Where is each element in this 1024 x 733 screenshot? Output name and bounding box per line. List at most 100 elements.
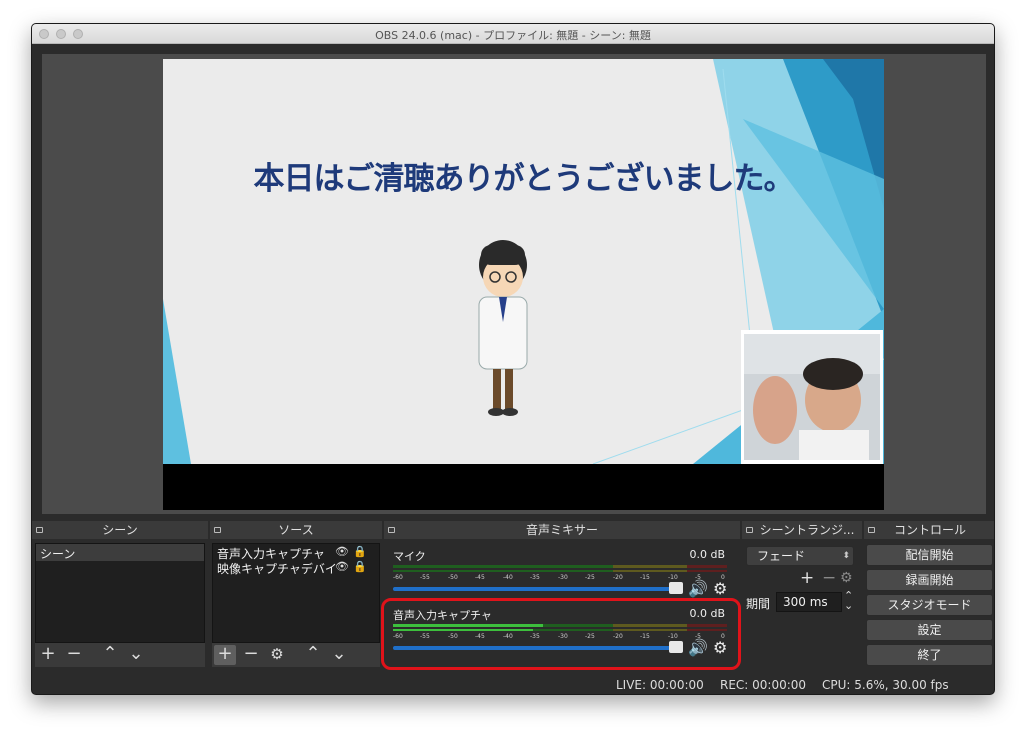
remove-transition-button[interactable]: −: [822, 568, 836, 588]
live-status: LIVE: 00:00:00: [616, 678, 704, 692]
sources-toolbar: + − ⚙ ⌃ ⌄: [212, 643, 380, 667]
scale-label: -40: [503, 633, 513, 640]
volume-slider[interactable]: [393, 646, 675, 650]
scale-label: -30: [558, 574, 568, 581]
remove-source-button[interactable]: −: [240, 645, 262, 665]
add-transition-button[interactable]: +: [800, 568, 814, 588]
scale-label: -10: [668, 633, 678, 640]
scale-label: -15: [640, 633, 650, 640]
source-properties-gear-icon[interactable]: ⚙: [266, 645, 288, 665]
mixer-channel-mic: マイク 0.0 dB -60 -55 -50 -45 -40 -35 -30 -…: [383, 545, 737, 605]
webcam-overlay: [741, 330, 883, 464]
speaker-icon[interactable]: 🔊: [688, 579, 708, 598]
meter-scale: -60 -55 -50 -45 -40 -35 -30 -25 -20 -15 …: [393, 574, 727, 582]
webcam-person-image: [744, 334, 880, 460]
speaker-icon[interactable]: 🔊: [688, 638, 708, 657]
float-dock-icon[interactable]: [388, 527, 395, 533]
mixer-dock-title-bar: 音声ミキサー: [384, 521, 740, 539]
duration-stepper-icon[interactable]: ⌃ ⌄: [844, 590, 853, 611]
slide-title: 本日はご清聴ありがとうございました。: [253, 161, 795, 197]
source-item[interactable]: 映像キャプチャデバイ: [217, 560, 337, 577]
lock-icon[interactable]: 🔒: [353, 545, 367, 558]
channel-db: 0.0 dB: [689, 548, 725, 561]
duration-input[interactable]: 300 ms: [776, 592, 842, 612]
obs-window: OBS 24.0.6 (mac) - プロファイル: 無題 - シーン: 無題 …: [31, 23, 995, 695]
start-recording-button[interactable]: 録画開始: [866, 569, 993, 591]
scale-label: -25: [585, 574, 595, 581]
scene-list[interactable]: シーン: [35, 543, 205, 643]
add-source-button[interactable]: +: [214, 645, 236, 665]
transition-properties-gear-icon[interactable]: ⚙: [840, 570, 853, 586]
float-dock-icon[interactable]: [214, 527, 221, 533]
doctor-illustration: [478, 240, 528, 416]
volume-slider-thumb[interactable]: [669, 641, 683, 653]
scale-label: -55: [420, 633, 430, 640]
move-down-button[interactable]: ⌄: [125, 645, 147, 665]
controls-dock-title: コントロール: [893, 523, 966, 537]
scale-label: -50: [448, 574, 458, 581]
scenes-dock: シーン シーン + − ⌃ ⌄: [32, 521, 208, 671]
scale-label: -60: [393, 633, 403, 640]
chevron-updown-icon: ⬍: [842, 551, 850, 561]
lock-icon[interactable]: 🔒: [353, 560, 367, 573]
visibility-eye-icon[interactable]: 👁: [335, 545, 349, 558]
volume-slider[interactable]: [393, 587, 675, 591]
scale-label: -55: [420, 574, 430, 581]
program-preview[interactable]: 本日はご清聴ありがとうございました。: [163, 59, 884, 510]
visibility-eye-icon[interactable]: 👁: [335, 560, 349, 573]
sources-dock-title: ソース: [278, 523, 314, 537]
transition-select-value: フェード: [757, 549, 806, 563]
title-bar: OBS 24.0.6 (mac) - プロファイル: 無題 - シーン: 無題: [32, 24, 994, 44]
transitions-dock-title: シーントランジ...: [759, 523, 855, 537]
scene-item[interactable]: シーン: [40, 545, 75, 562]
duration-label: 期間: [746, 597, 771, 611]
scale-label: -60: [393, 574, 403, 581]
channel-db: 0.0 dB: [689, 607, 725, 620]
meter-scale: -60 -55 -50 -45 -40 -35 -30 -25 -20 -15 …: [393, 633, 727, 641]
volume-slider-thumb[interactable]: [669, 582, 683, 594]
slide-capture: 本日はご清聴ありがとうございました。: [163, 59, 884, 464]
scale-label: -20: [613, 633, 623, 640]
scenes-dock-title: シーン: [102, 523, 138, 537]
scale-label: -45: [475, 633, 485, 640]
scale-label: -35: [530, 633, 540, 640]
move-down-button[interactable]: ⌄: [328, 645, 350, 665]
scale-label: -10: [668, 574, 678, 581]
window-title: OBS 24.0.6 (mac) - プロファイル: 無題 - シーン: 無題: [375, 29, 651, 42]
transitions-dock-title-bar: シーントランジ...: [742, 521, 862, 539]
source-list[interactable]: 音声入力キャプチャ 映像キャプチャデバイ 👁 🔒 👁 🔒: [212, 543, 380, 643]
settings-button[interactable]: 設定: [866, 619, 993, 641]
float-dock-icon[interactable]: [868, 527, 875, 533]
scale-label: -15: [640, 574, 650, 581]
scale-label: -25: [585, 633, 595, 640]
gear-icon[interactable]: ⚙: [713, 579, 727, 598]
float-dock-icon[interactable]: [746, 527, 753, 533]
gear-icon[interactable]: ⚙: [713, 638, 727, 657]
duration-value: 300 ms: [783, 595, 828, 609]
exit-button[interactable]: 終了: [866, 644, 993, 666]
cpu-status: CPU: 5.6%, 30.00 fps: [822, 678, 949, 692]
sources-dock-title-bar: ソース: [210, 521, 382, 539]
transition-select[interactable]: フェード ⬍: [746, 546, 854, 566]
sources-dock: ソース 音声入力キャプチャ 映像キャプチャデバイ 👁 🔒 👁 🔒 + − ⚙ ⌃…: [210, 521, 382, 671]
move-up-button[interactable]: ⌃: [302, 645, 324, 665]
scenes-dock-title-bar: シーン: [32, 521, 208, 539]
scene-transitions-dock: シーントランジ... フェード ⬍ + − ⚙ 期間 300 ms ⌃ ⌄: [742, 521, 862, 671]
channel-name: マイク: [393, 550, 426, 563]
start-streaming-button[interactable]: 配信開始: [866, 544, 993, 566]
remove-scene-button[interactable]: −: [63, 645, 85, 665]
float-dock-icon[interactable]: [36, 527, 43, 533]
scale-label: -45: [475, 574, 485, 581]
scale-label: -30: [558, 633, 568, 640]
mixer-channel-audio-input: 音声入力キャプチャ 0.0 dB -60 -55 -50 -45 -40 -35…: [383, 604, 737, 664]
preview-area: 本日はご清聴ありがとうございました。: [42, 54, 986, 514]
add-scene-button[interactable]: +: [37, 645, 59, 665]
scale-label: -20: [613, 574, 623, 581]
studio-mode-button[interactable]: スタジオモード: [866, 594, 993, 616]
scale-label: -40: [503, 574, 513, 581]
move-up-button[interactable]: ⌃: [99, 645, 121, 665]
controls-dock-title-bar: コントロール: [864, 521, 994, 539]
scale-label: -50: [448, 633, 458, 640]
scale-label: -35: [530, 574, 540, 581]
scenes-toolbar: + − ⌃ ⌄: [35, 643, 205, 667]
